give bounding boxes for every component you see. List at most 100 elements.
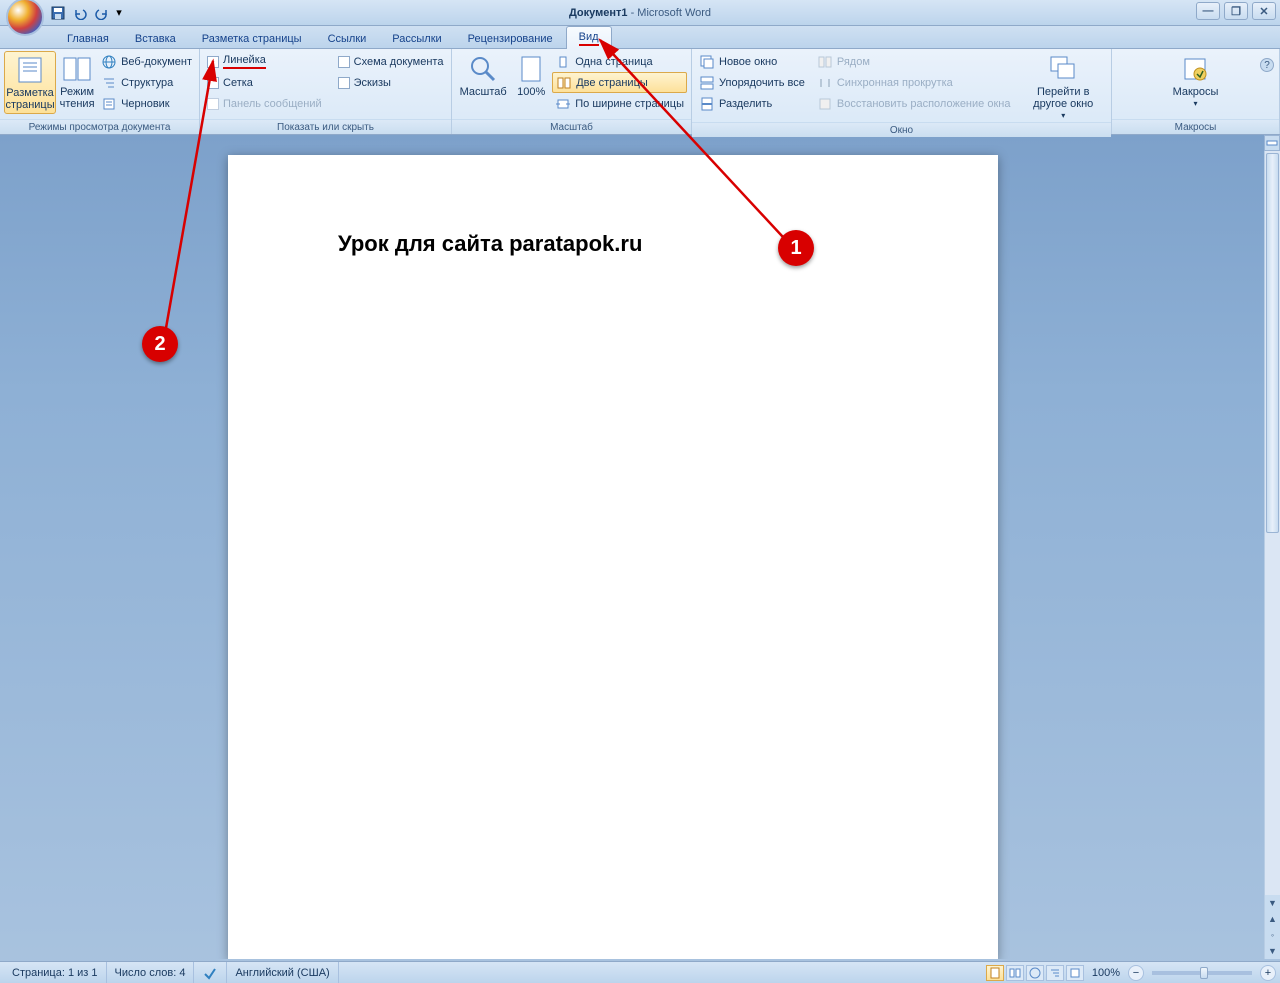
- help-button[interactable]: ?: [1260, 58, 1274, 72]
- outline-icon: [101, 75, 117, 91]
- group-zoom: Масштаб 100% Одна страница Две страницы …: [452, 49, 692, 134]
- page-width-icon: [555, 96, 571, 112]
- view-print-layout[interactable]: [986, 965, 1004, 981]
- browse-next-button[interactable]: ▼: [1265, 943, 1280, 959]
- group-show-hide: Линейка Сетка Панель сообщений Схема док…: [200, 49, 452, 134]
- tab-view[interactable]: Вид: [566, 26, 612, 49]
- switch-windows-icon: [1047, 53, 1079, 85]
- switch-windows-button[interactable]: Перейти в другое окно▾: [1019, 51, 1107, 122]
- page-100-icon: [515, 53, 547, 85]
- group-macros: Макросы▾ Макросы: [1112, 49, 1280, 134]
- scrollbar-thumb[interactable]: [1266, 153, 1279, 533]
- view-web[interactable]: [1026, 965, 1044, 981]
- print-layout-icon: [14, 54, 46, 86]
- sync-scroll-icon: [817, 75, 833, 91]
- split-button[interactable]: Разделить: [696, 93, 808, 114]
- document-area[interactable]: Урок для сайта paratapok.ru: [0, 135, 1264, 959]
- draft-button[interactable]: Черновик: [98, 93, 195, 114]
- sync-scroll-button: Синхронная прокрутка: [814, 72, 1014, 93]
- window-title: Документ1 - Microsoft Word: [569, 7, 711, 19]
- window-controls: — ❐ ✕: [1196, 2, 1276, 20]
- browse-object-button[interactable]: ◦: [1265, 927, 1280, 943]
- document-map-checkbox[interactable]: Схема документа: [335, 51, 447, 72]
- two-pages-icon: [556, 75, 572, 91]
- zoom-slider-knob[interactable]: [1200, 967, 1208, 979]
- side-by-side-button: Рядом: [814, 51, 1014, 72]
- new-window-icon: [699, 54, 715, 70]
- outline-button[interactable]: Структура: [98, 72, 195, 93]
- ruler-checkbox[interactable]: Линейка: [204, 51, 325, 72]
- tab-insert[interactable]: Вставка: [122, 28, 189, 48]
- undo-icon: [72, 5, 88, 21]
- draft-icon: [101, 96, 117, 112]
- checkbox-icon: [338, 56, 350, 68]
- thumbnails-checkbox[interactable]: Эскизы: [335, 72, 447, 93]
- zoom-100-button[interactable]: 100%: [510, 51, 552, 100]
- tab-page-layout[interactable]: Разметка страницы: [189, 28, 315, 48]
- qat-customize[interactable]: ▾: [114, 3, 124, 23]
- reset-position-button: Восстановить расположение окна: [814, 93, 1014, 114]
- split-icon: [699, 96, 715, 112]
- macros-button[interactable]: Макросы▾: [1169, 51, 1223, 110]
- callout-1: 1: [778, 230, 814, 266]
- zoom-out-button[interactable]: −: [1128, 965, 1144, 981]
- arrange-all-button[interactable]: Упорядочить все: [696, 72, 808, 93]
- vertical-scrollbar[interactable]: ▲ ▼ ▲ ◦ ▼: [1264, 135, 1280, 959]
- quick-access-toolbar: ▾: [48, 2, 124, 24]
- message-bar-checkbox: Панель сообщений: [204, 93, 325, 114]
- checkbox-icon: [207, 77, 219, 89]
- zoom-in-button[interactable]: +: [1260, 965, 1276, 981]
- checkbox-icon: [207, 56, 219, 68]
- redo-button[interactable]: [92, 3, 112, 23]
- undo-button[interactable]: [70, 3, 90, 23]
- one-page-icon: [555, 54, 571, 70]
- redo-icon: [94, 5, 110, 21]
- print-layout-button[interactable]: Разметка страницы: [4, 51, 56, 114]
- checkbox-icon: [338, 77, 350, 89]
- tab-mailings[interactable]: Рассылки: [379, 28, 454, 48]
- magnifier-icon: [467, 53, 499, 85]
- tab-review[interactable]: Рецензирование: [455, 28, 566, 48]
- side-by-side-icon: [817, 54, 833, 70]
- group-window: Новое окно Упорядочить все Разделить Ряд…: [692, 49, 1112, 134]
- document-name: Документ1: [569, 7, 628, 19]
- app-name: Microsoft Word: [637, 7, 711, 19]
- web-layout-button[interactable]: Веб-документ: [98, 51, 195, 72]
- gridlines-checkbox[interactable]: Сетка: [204, 72, 325, 93]
- status-language[interactable]: Английский (США): [227, 962, 338, 983]
- scroll-down-button[interactable]: ▼: [1265, 895, 1280, 911]
- view-outline[interactable]: [1046, 965, 1064, 981]
- status-words[interactable]: Число слов: 4: [107, 962, 195, 983]
- reading-layout-button[interactable]: Режим чтения: [56, 51, 98, 112]
- browse-prev-button[interactable]: ▲: [1265, 911, 1280, 927]
- document-text[interactable]: Урок для сайта paratapok.ru: [338, 231, 642, 257]
- close-button[interactable]: ✕: [1252, 2, 1276, 20]
- tab-home[interactable]: Главная: [54, 28, 122, 48]
- proofing-icon: [202, 965, 218, 981]
- new-window-button[interactable]: Новое окно: [696, 51, 808, 72]
- one-page-button[interactable]: Одна страница: [552, 51, 687, 72]
- zoom-slider[interactable]: [1152, 971, 1252, 975]
- ruler-toggle-button[interactable]: [1264, 135, 1280, 151]
- minimize-button[interactable]: —: [1196, 2, 1220, 20]
- two-pages-button[interactable]: Две страницы: [552, 72, 687, 93]
- status-proofing[interactable]: [194, 962, 227, 983]
- ribbon-tabs: Главная Вставка Разметка страницы Ссылки…: [0, 26, 1280, 49]
- arrange-icon: [699, 75, 715, 91]
- status-page[interactable]: Страница: 1 из 1: [4, 962, 107, 983]
- maximize-button[interactable]: ❐: [1224, 2, 1248, 20]
- view-reading[interactable]: [1006, 965, 1024, 981]
- zoom-button[interactable]: Масштаб: [456, 51, 510, 100]
- reset-pos-icon: [817, 96, 833, 112]
- zoom-value[interactable]: 100%: [1092, 967, 1120, 979]
- macros-icon: [1179, 53, 1211, 85]
- reading-icon: [61, 53, 93, 85]
- save-button[interactable]: [48, 3, 68, 23]
- tab-references[interactable]: Ссылки: [315, 28, 380, 48]
- group-document-views: Разметка страницы Режим чтения Веб-докум…: [0, 49, 200, 134]
- checkbox-icon: [207, 98, 219, 110]
- titlebar: ▾ Документ1 - Microsoft Word — ❐ ✕: [0, 0, 1280, 26]
- page-width-button[interactable]: По ширине страницы: [552, 93, 687, 114]
- view-draft[interactable]: [1066, 965, 1084, 981]
- document-page[interactable]: Урок для сайта paratapok.ru: [228, 155, 998, 959]
